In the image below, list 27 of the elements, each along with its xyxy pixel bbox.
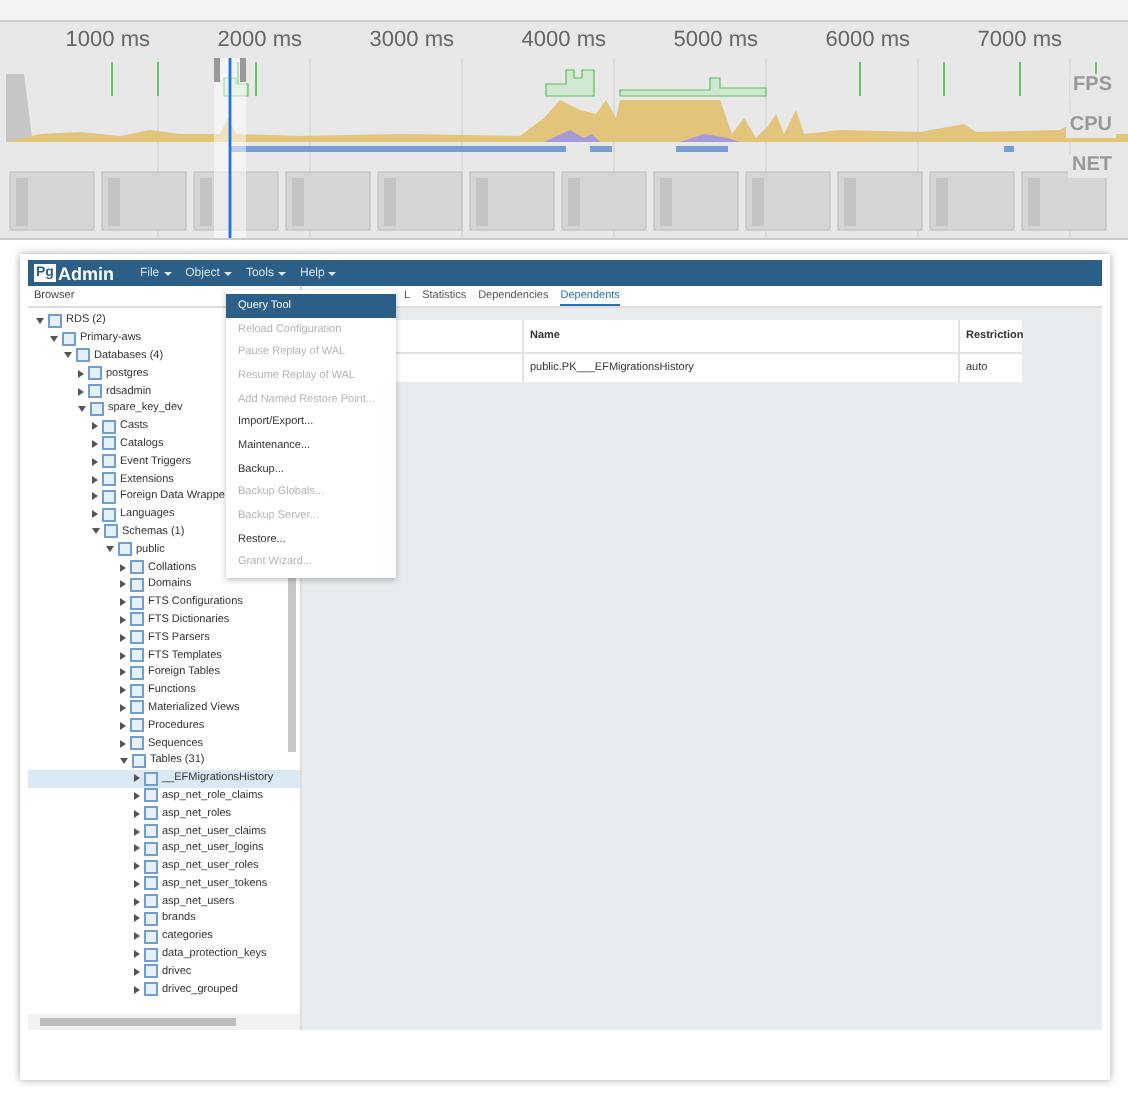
time-tick-label: 5000 ms — [671, 28, 760, 52]
square-icon — [130, 718, 144, 733]
time-tick-label: 6000 ms — [823, 28, 912, 52]
square-icon — [144, 982, 158, 997]
caret-icon — [328, 271, 337, 275]
time-tick-label: 7000 ms — [975, 28, 1064, 52]
square-icon — [144, 841, 158, 856]
time-tick-label: 4000 ms — [519, 28, 608, 52]
square-icon — [48, 313, 62, 328]
time-tick-label: 3000 ms — [367, 28, 456, 52]
square-icon — [118, 542, 132, 557]
square-icon — [102, 454, 116, 469]
lane-label: FPS — [1069, 74, 1116, 98]
horizontal-scrollbar[interactable] — [28, 1014, 300, 1030]
square-icon — [144, 824, 158, 838]
square-icon — [130, 630, 144, 645]
caret-icon — [223, 271, 232, 275]
caret-icon — [163, 271, 172, 275]
time-tick-label: 1000 ms — [63, 28, 152, 52]
time-tick-label: 2000 ms — [215, 28, 304, 52]
square-icon — [144, 806, 158, 821]
lane-label: CPU — [1065, 114, 1116, 138]
lane-label: NET — [1068, 154, 1116, 178]
logo-text: Admin — [57, 263, 114, 283]
caret-icon — [277, 271, 286, 275]
square-icon — [88, 366, 102, 381]
square-icon — [144, 929, 158, 944]
